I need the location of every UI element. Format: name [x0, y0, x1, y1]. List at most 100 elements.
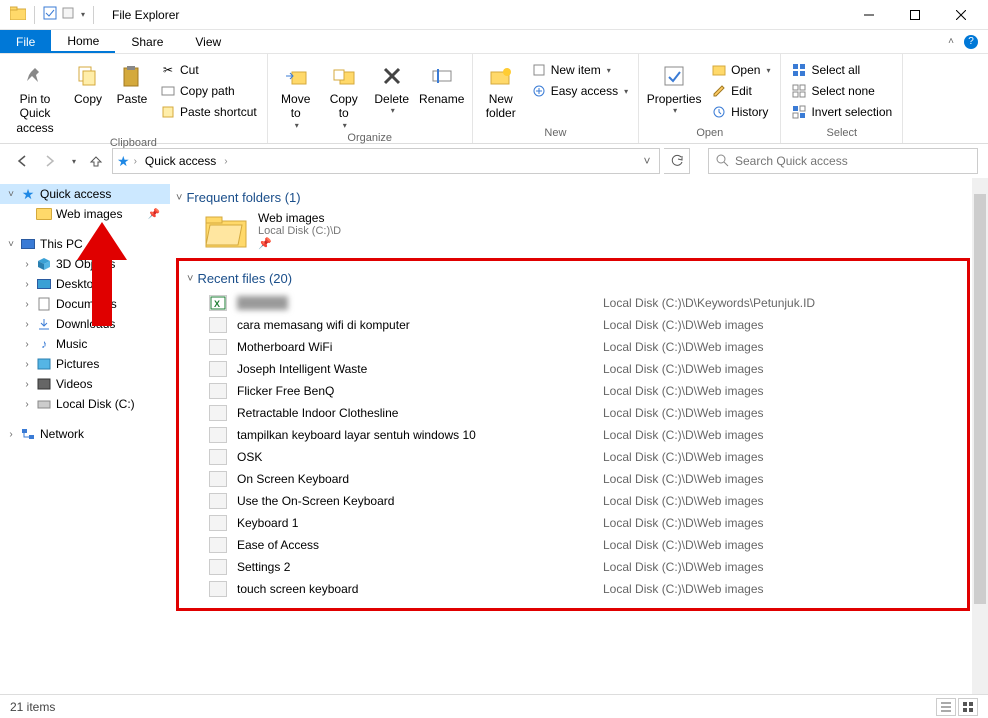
up-button[interactable]: [84, 149, 108, 173]
search-box[interactable]: [708, 148, 978, 174]
group-organize-label: Organize: [274, 132, 466, 146]
recent-file-path: Local Disk (C:)\D\Keywords\Petunjuk.ID: [603, 296, 815, 310]
copy-path-button[interactable]: Copy path: [156, 81, 261, 101]
recent-file-row[interactable]: Retractable Indoor ClotheslineLocal Disk…: [187, 402, 959, 424]
recent-file-row[interactable]: X██████Local Disk (C:)\D\Keywords\Petunj…: [187, 292, 959, 314]
recent-file-name: Flicker Free BenQ: [237, 384, 603, 398]
recent-file-row[interactable]: Settings 2Local Disk (C:)\D\Web images: [187, 556, 959, 578]
pin-icon: 📌: [148, 209, 166, 220]
recent-file-path: Local Disk (C:)\D\Web images: [603, 450, 764, 464]
open-icon: [711, 62, 727, 78]
explorer-icon: [10, 6, 26, 23]
view-details-button[interactable]: [936, 698, 956, 716]
status-bar: 21 items: [0, 694, 988, 718]
tab-file[interactable]: File: [0, 30, 51, 53]
navigation-pane: ˅ ★ Quick access Web images 📌 ˅ This PC …: [0, 178, 170, 694]
copy-icon: [74, 62, 102, 90]
tree-videos[interactable]: ›Videos: [0, 374, 170, 394]
recent-locations-dropdown[interactable]: ▾: [66, 149, 80, 173]
minimize-button[interactable]: [846, 0, 892, 30]
edit-button[interactable]: Edit: [707, 81, 774, 101]
tree-desktop[interactable]: ›Desktop: [0, 274, 170, 294]
rename-button[interactable]: Rename: [418, 60, 466, 108]
pictures-icon: [36, 356, 52, 372]
tree-local-disk[interactable]: ›Local Disk (C:): [0, 394, 170, 414]
invert-selection-button[interactable]: Invert selection: [787, 102, 896, 122]
recent-file-row[interactable]: Keyboard 1Local Disk (C:)\D\Web images: [187, 512, 959, 534]
image-file-icon: [209, 471, 227, 487]
close-button[interactable]: [938, 0, 984, 30]
group-select-label: Select: [787, 127, 896, 141]
search-input[interactable]: [735, 154, 971, 168]
recent-file-row[interactable]: On Screen KeyboardLocal Disk (C:)\D\Web …: [187, 468, 959, 490]
address-dropdown[interactable]: ˅: [639, 154, 655, 168]
new-folder-button[interactable]: New folder: [479, 60, 523, 123]
recent-file-row[interactable]: touch screen keyboardLocal Disk (C:)\D\W…: [187, 578, 959, 600]
new-folder-icon: [487, 62, 515, 90]
recent-file-row[interactable]: cara memasang wifi di komputerLocal Disk…: [187, 314, 959, 336]
help-icon[interactable]: ?: [964, 35, 978, 49]
recent-file-name: Ease of Access: [237, 538, 603, 552]
view-large-icons-button[interactable]: [958, 698, 978, 716]
status-item-count: 21 items: [10, 700, 55, 714]
recent-file-row[interactable]: Ease of AccessLocal Disk (C:)\D\Web imag…: [187, 534, 959, 556]
paste-shortcut-button[interactable]: Paste shortcut: [156, 102, 261, 122]
delete-button[interactable]: Delete▾: [370, 60, 414, 118]
tree-web-images[interactable]: Web images 📌: [0, 204, 170, 224]
select-none-button[interactable]: Select none: [787, 81, 896, 101]
ribbon-collapse-icon[interactable]: ˄: [948, 36, 954, 47]
recent-file-row[interactable]: Joseph Intelligent WasteLocal Disk (C:)\…: [187, 358, 959, 380]
copy-to-button[interactable]: Copy to▾: [322, 60, 366, 132]
frequent-folder-item[interactable]: Web images Local Disk (C:)\D 📌: [204, 211, 970, 250]
back-button[interactable]: [10, 149, 34, 173]
qat-properties-icon[interactable]: [43, 6, 57, 23]
maximize-button[interactable]: [892, 0, 938, 30]
forward-button[interactable]: [38, 149, 62, 173]
copy-button[interactable]: Copy: [68, 60, 108, 108]
tree-downloads[interactable]: ›Downloads: [0, 314, 170, 334]
disk-icon: [36, 396, 52, 412]
tree-documents[interactable]: ›Documents: [0, 294, 170, 314]
recent-file-path: Local Disk (C:)\D\Web images: [603, 340, 764, 354]
image-file-icon: [209, 559, 227, 575]
cut-button[interactable]: ✂Cut: [156, 60, 261, 80]
tree-3d-objects[interactable]: ›3D Objects: [0, 254, 170, 274]
vertical-scrollbar[interactable]: [972, 178, 988, 694]
history-button[interactable]: History: [707, 102, 774, 122]
tree-network[interactable]: ›Network: [0, 424, 170, 444]
recent-file-row[interactable]: Flicker Free BenQLocal Disk (C:)\D\Web i…: [187, 380, 959, 402]
select-all-button[interactable]: Select all: [787, 60, 896, 80]
move-to-button[interactable]: Move to▾: [274, 60, 318, 132]
refresh-button[interactable]: [664, 148, 690, 174]
properties-button[interactable]: Properties▾: [645, 60, 703, 118]
tree-this-pc[interactable]: ˅ This PC: [0, 234, 170, 254]
paste-button[interactable]: Paste: [112, 60, 152, 108]
open-button[interactable]: Open▾: [707, 60, 774, 80]
chevron-down-icon[interactable]: ˅: [6, 189, 16, 200]
tree-pictures[interactable]: ›Pictures: [0, 354, 170, 374]
qat-customize-dropdown[interactable]: ▾: [81, 10, 85, 19]
tab-share[interactable]: Share: [115, 30, 179, 53]
new-item-button[interactable]: New item▾: [527, 60, 632, 80]
tab-view[interactable]: View: [179, 30, 237, 53]
recent-file-row[interactable]: OSKLocal Disk (C:)\D\Web images: [187, 446, 959, 468]
tree-music[interactable]: ›♪Music: [0, 334, 170, 354]
pin-to-quick-access-button[interactable]: Pin to Quick access: [6, 60, 64, 137]
frequent-folders-header[interactable]: ˅ Frequent folders (1): [176, 184, 970, 211]
ribbon: Pin to Quick access Copy Paste ✂Cut Copy…: [0, 54, 988, 144]
easy-access-button[interactable]: Easy access▾: [527, 81, 632, 101]
qat-new-icon[interactable]: [61, 6, 75, 23]
group-new-label: New: [479, 127, 632, 141]
chevron-down-icon[interactable]: ˅: [6, 239, 16, 250]
breadcrumb-quick-access[interactable]: Quick access: [141, 154, 220, 168]
recent-files-header[interactable]: ˅ Recent files (20): [187, 265, 959, 292]
recent-file-row[interactable]: Use the On-Screen KeyboardLocal Disk (C:…: [187, 490, 959, 512]
quick-access-icon: ★: [117, 153, 130, 170]
tab-home[interactable]: Home: [51, 30, 115, 53]
recent-file-row[interactable]: tampilkan keyboard layar sentuh windows …: [187, 424, 959, 446]
recent-file-row[interactable]: Motherboard WiFiLocal Disk (C:)\D\Web im…: [187, 336, 959, 358]
nav-bar: ▾ ★ › Quick access › ˅: [0, 144, 988, 178]
address-bar[interactable]: ★ › Quick access › ˅: [112, 148, 660, 174]
tree-quick-access[interactable]: ˅ ★ Quick access: [0, 184, 170, 204]
recent-file-name: ██████: [237, 296, 603, 310]
